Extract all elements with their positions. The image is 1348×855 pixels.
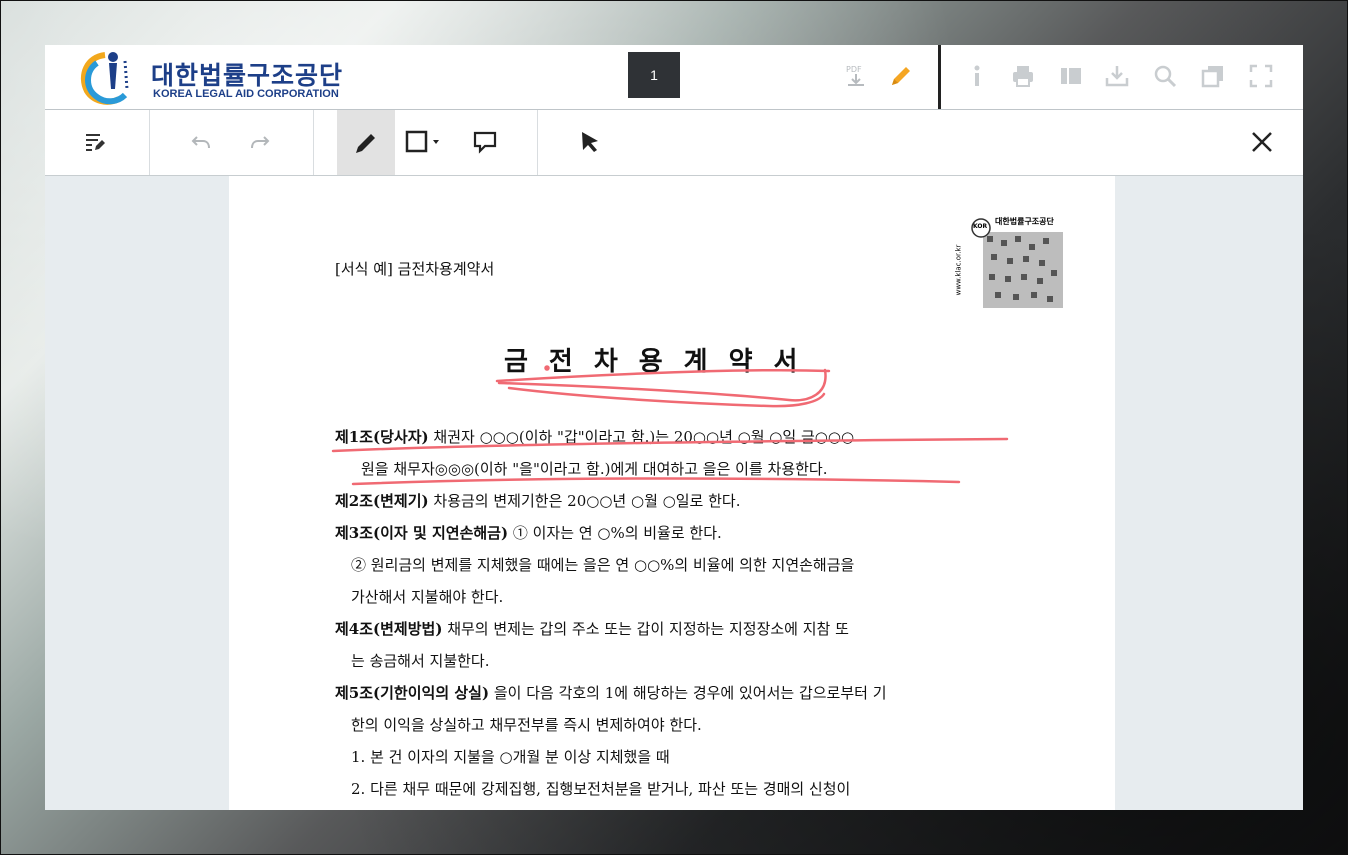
annotation-toolbar [45, 110, 1303, 176]
paragraph-line: 제4조(변제방법) 채무의 변제는 갑의 주소 또는 갑이 지정하는 지정장소에… [335, 620, 849, 638]
paragraph-line: 제3조(이자 및 지연손해금) ① 이자는 연 ○%의 비율로 한다. [335, 524, 722, 542]
document-page[interactable]: KOR 대한법률구조공단 www.klac.or.kr [서식 예] 금전차용계… [229, 176, 1115, 810]
stamp-url: www.klac.or.kr [954, 244, 963, 296]
page-number-input[interactable]: 1 [628, 52, 680, 98]
toolbar-divider [149, 110, 150, 175]
print-icon[interactable] [1009, 62, 1037, 90]
annotation-list-icon[interactable] [73, 120, 117, 164]
qr-stamp: KOR 대한법률구조공단 www.klac.or.kr [954, 214, 1065, 308]
copy-icon[interactable] [1199, 62, 1227, 90]
comment-icon[interactable] [463, 120, 507, 164]
form-label: [서식 예] 금전차용계약서 [335, 260, 495, 278]
toolbar-divider [313, 110, 314, 175]
top-bar: 대한법률구조공단 KOREA LEGAL AID CORPORATION 1 P… [45, 45, 1303, 110]
pdf-viewer: 대한법률구조공단 KOREA LEGAL AID CORPORATION 1 P… [45, 45, 1303, 810]
paragraph-line: 는 송금해서 지불한다. [351, 652, 490, 670]
top-divider [938, 45, 941, 109]
paragraph-line: 1. 본 건 이자의 지불을 ○개월 분 이상 지체했을 때 [351, 748, 670, 766]
paragraph-line: 제2조(변제기) 차용금의 변제기한은 20○○년 ○월 ○일로 한다. [335, 492, 741, 510]
fullscreen-icon[interactable] [1247, 62, 1275, 90]
logo-title: 대한법률구조공단 [151, 61, 344, 90]
undo-icon[interactable] [179, 120, 223, 164]
cursor-icon[interactable] [568, 120, 612, 164]
rectangle-shape-icon[interactable] [401, 120, 445, 164]
logo[interactable]: 대한법률구조공단 KOREA LEGAL AID CORPORATION [75, 51, 375, 105]
document-area[interactable]: KOR 대한법률구조공단 www.klac.or.kr [서식 예] 금전차용계… [45, 176, 1303, 810]
logo-emblem-icon [80, 52, 129, 105]
paragraph-line: 2. 다른 채무 때문에 강제집행, 집행보전처분을 받거나, 파산 또는 경매… [351, 780, 851, 798]
stamp-badge: KOR [973, 223, 988, 230]
svg-text:PDF: PDF [846, 65, 862, 74]
paragraph-line: 원을 채무자◎◎◎(이하 "을"이라고 함.)에게 대여하고 을은 이를 차용한… [361, 460, 828, 478]
paragraph-line: ② 원리금의 변제를 지체했을 때에는 을은 연 ○○%의 비율에 의한 지연손… [351, 556, 855, 574]
pen-icon[interactable] [337, 110, 395, 175]
paragraph-line: 제5조(기한이익의 상실) 을이 다음 각호의 1에 해당하는 경우에 있어서는… [335, 684, 887, 702]
redo-icon[interactable] [238, 120, 282, 164]
close-icon[interactable] [1240, 120, 1284, 164]
toolbar-divider [537, 110, 538, 175]
pencil-icon[interactable] [887, 62, 915, 90]
paragraph-line: 한의 이익을 상실하고 채무전부를 즉시 변제하여야 한다. [351, 716, 702, 734]
paragraph-line: 가산해서 지불해야 한다. [351, 588, 504, 606]
logo-subtitle: KOREA LEGAL AID CORPORATION [153, 88, 339, 100]
download-icon[interactable] [1103, 62, 1131, 90]
info-icon[interactable] [963, 62, 991, 90]
paragraph-line: 제1조(당사자) 채권자 ○○○(이하 "갑"이라고 함.)는 20○○년 ○월… [335, 428, 855, 446]
document-title: 금전차용계약서 [504, 347, 819, 377]
layout-icon[interactable] [1057, 62, 1085, 90]
search-icon[interactable] [1151, 62, 1179, 90]
stamp-text: 대한법률구조공단 [995, 217, 1054, 226]
pdf-download-icon[interactable]: PDF [842, 62, 870, 90]
